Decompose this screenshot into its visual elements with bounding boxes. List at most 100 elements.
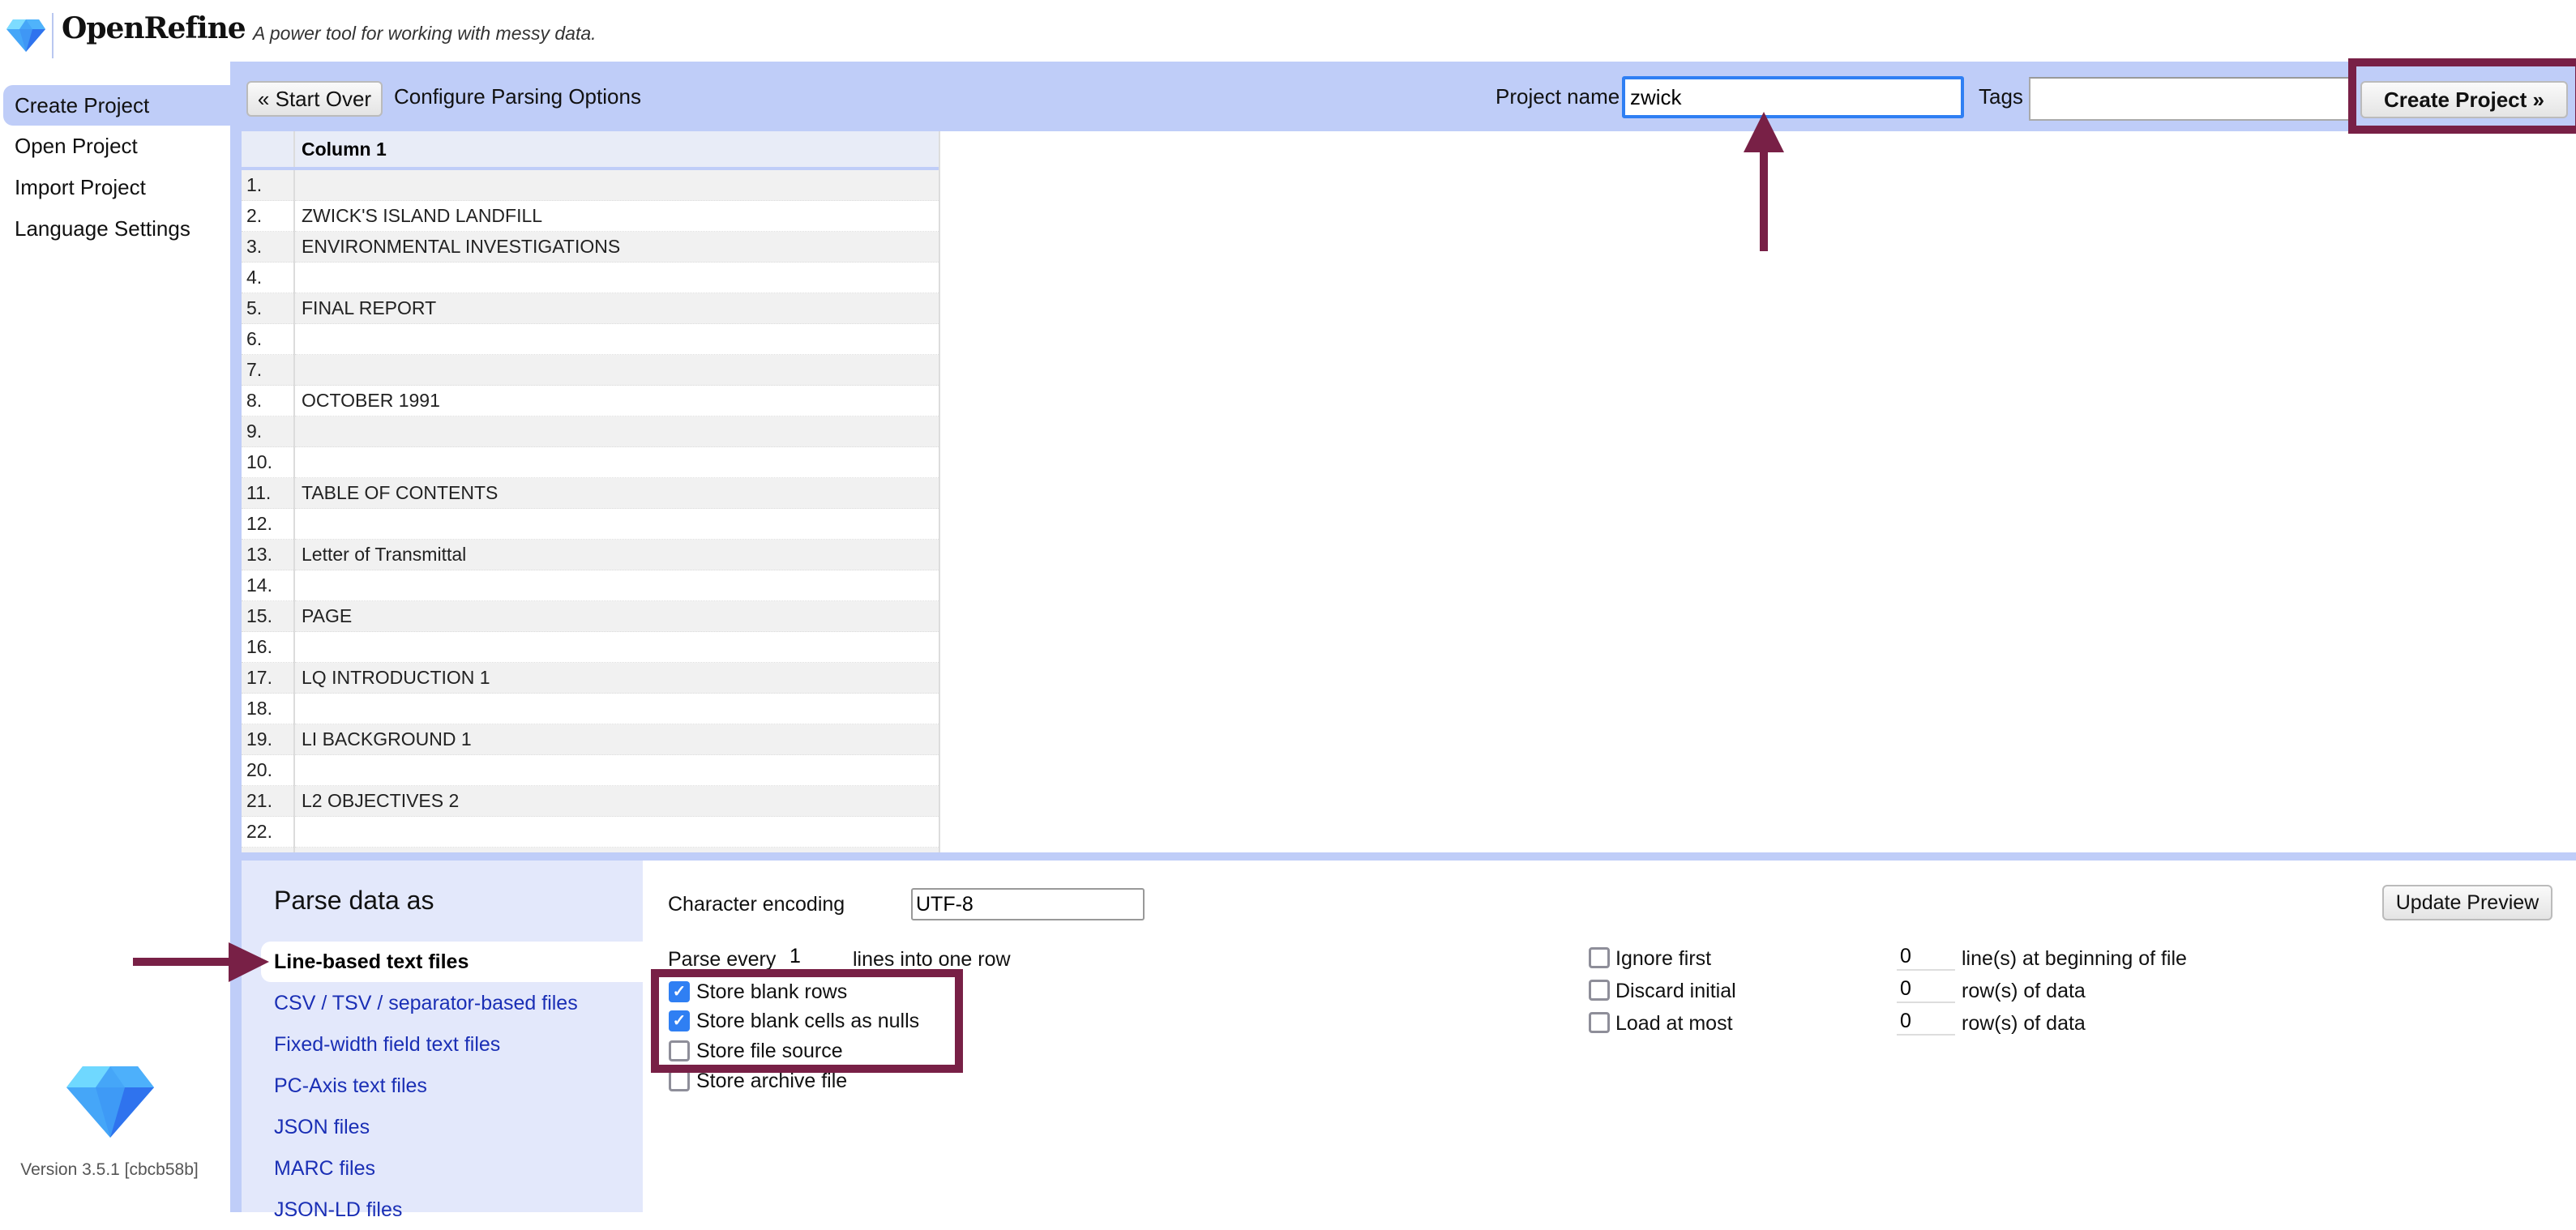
store-archive-file-label: Store archive file [696,1070,848,1092]
discard-initial-suffix: row(s) of data [1962,980,2086,1002]
table-row: 7. [242,354,939,386]
table-row: 16. [242,631,939,663]
tags-input[interactable] [2029,77,2350,121]
load-at-most-input[interactable] [1897,1008,1955,1036]
cell-value: FINAL REPORT [294,293,939,324]
discard-initial-input[interactable] [1897,976,1955,1003]
store-file-source-label: Store file source [696,1040,843,1062]
cell-value: PAGE [294,600,939,632]
cell-value [294,446,939,478]
cell-value [294,169,939,201]
row-number: 19. [242,724,295,755]
table-row: 3. ENVIRONMENTAL INVESTIGATIONS [242,231,939,263]
parse-every-input[interactable] [786,943,843,971]
logo-divider [52,13,53,58]
table-row: 17. LQ INTRODUCTION 1 [242,662,939,694]
row-number: 2. [242,200,295,232]
ignore-first-input[interactable] [1897,943,1955,971]
start-over-button[interactable]: « Start Over [246,81,383,117]
row-number: 4. [242,262,295,293]
sidebar-item-language-settings[interactable]: Language Settings [3,208,230,249]
encoding-input[interactable] [911,888,1145,920]
table-row: 1. [242,169,939,201]
create-project-button[interactable]: Create Project » [2360,81,2568,118]
page-title: Configure Parsing Options [394,84,641,109]
cell-value [294,816,939,848]
table-row: 4. [242,262,939,293]
cell-value [294,693,939,724]
parse-data-as-heading: Parse data as [274,886,434,915]
column-header[interactable]: Column 1 [294,131,939,170]
table-row: 18. [242,693,939,724]
cell-value: L2 OBJECTIVES 2 [294,785,939,817]
table-row: 9. [242,416,939,447]
row-number: 18. [242,693,295,724]
tags-label: Tags [1979,84,2023,109]
row-number-header [242,131,295,170]
row-number: 21. [242,785,295,817]
row-number: 12. [242,508,295,540]
sidebar-item-open-project[interactable]: Open Project [3,126,230,166]
openrefine-logo-icon [6,19,45,52]
annotation-arrow-right-icon [133,942,269,982]
cell-value [294,570,939,601]
store-blank-rows-label: Store blank rows [696,980,848,1003]
row-number: 13. [242,539,295,570]
row-number: 8. [242,385,295,416]
cell-value: LQ INTRODUCTION 1 [294,662,939,694]
store-blank-cells-checkbox[interactable]: ✓ [669,1010,690,1031]
table-row: 14. [242,570,939,601]
cell-value [294,416,939,447]
sidebar-item-create-project[interactable]: Create Project [3,85,230,126]
row-number: 3. [242,231,295,263]
row-number: 16. [242,631,295,663]
discard-initial-checkbox[interactable] [1589,980,1610,1001]
panel-divider[interactable] [230,852,2576,861]
discard-initial-label: Discard initial [1615,980,1736,1002]
data-preview-table: Column 1 1. 2. ZWICK'S ISLAND LANDFILL 3. EN… [242,131,940,852]
format-json-ld[interactable]: JSON-LD files [261,1189,643,1230]
table-row: 8. OCTOBER 1991 [242,385,939,416]
table-row: 20. [242,754,939,786]
row-number: 10. [242,446,295,478]
table-row: 11. TABLE OF CONTENTS [242,477,939,509]
table-row: 2. ZWICK'S ISLAND LANDFILL [242,200,939,232]
cell-value: TABLE OF CONTENTS [294,477,939,509]
row-number: 22. [242,816,295,848]
project-name-input[interactable] [1622,76,1964,118]
format-line-based[interactable]: Line-based text files [261,942,643,982]
ignore-first-label: Ignore first [1615,947,1712,970]
format-csv-tsv[interactable]: CSV / TSV / separator-based files [261,983,643,1023]
preview-left-border [230,131,242,852]
store-archive-file-checkbox[interactable] [669,1070,690,1091]
table-row: 21. L2 OBJECTIVES 2 [242,785,939,817]
format-pc-axis[interactable]: PC-Axis text files [261,1066,643,1106]
table-row: 10. [242,446,939,478]
load-at-most-suffix: row(s) of data [1962,1012,2086,1035]
table-row: 19. LI BACKGROUND 1 [242,724,939,755]
format-json[interactable]: JSON files [261,1107,643,1147]
store-file-source-checkbox[interactable] [669,1040,690,1061]
sidebar-item-import-project[interactable]: Import Project [3,167,230,207]
ignore-first-checkbox[interactable] [1589,947,1610,968]
store-blank-rows-checkbox[interactable]: ✓ [669,981,690,1002]
cell-value [294,323,939,355]
update-preview-button[interactable]: Update Preview [2382,885,2552,920]
format-marc[interactable]: MARC files [261,1148,643,1189]
cell-value [294,262,939,293]
app-name[interactable]: OpenRefine [62,11,246,45]
ignore-first-suffix: line(s) at beginning of file [1962,947,2187,970]
load-at-most-checkbox[interactable] [1589,1012,1610,1033]
table-row: 12. [242,508,939,540]
cell-value: LI BACKGROUND 1 [294,724,939,755]
cell-value: OCTOBER 1991 [294,385,939,416]
row-number: 11. [242,477,295,509]
parse-every-suffix: lines into one row [853,948,1011,971]
cell-value: Letter of Transmittal [294,539,939,570]
project-name-label: Project name [1496,84,1620,109]
format-fixed-width[interactable]: Fixed-width field text files [261,1024,643,1065]
parse-every-label: Parse every [668,948,777,971]
row-number: 9. [242,416,295,447]
row-number: 17. [242,662,295,694]
row-number: 6. [242,323,295,355]
